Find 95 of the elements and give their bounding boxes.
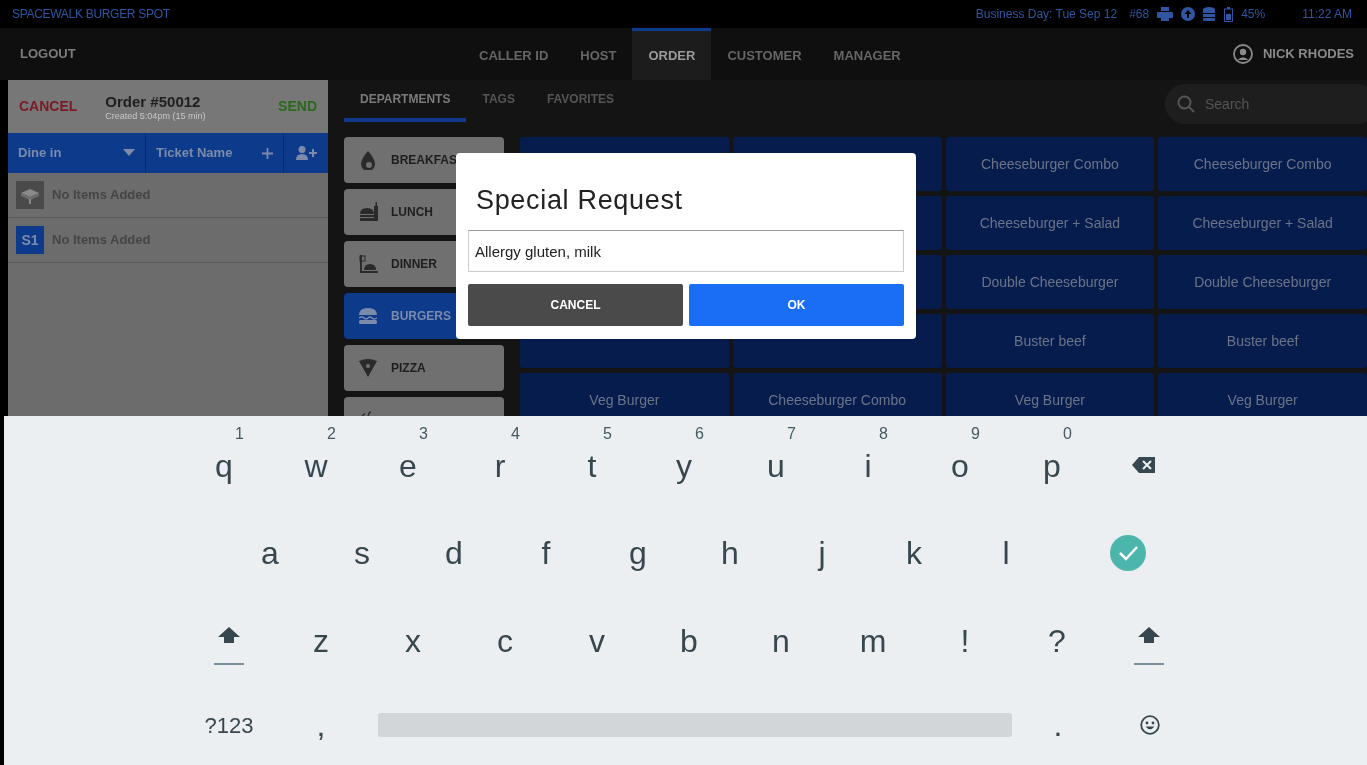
upload-icon bbox=[1181, 7, 1196, 21]
key[interactable]: n bbox=[735, 611, 827, 671]
key-hint: 0 bbox=[1062, 425, 1072, 443]
key[interactable]: c bbox=[459, 611, 551, 671]
key[interactable]: y 6 bbox=[638, 425, 730, 505]
key[interactable]: o 9 bbox=[914, 425, 1006, 505]
key[interactable]: m bbox=[827, 611, 919, 671]
key[interactable]: g bbox=[592, 523, 684, 583]
product-tile[interactable]: Veg Burger bbox=[520, 373, 729, 416]
user-icon bbox=[1233, 44, 1253, 64]
nav-tab[interactable]: CALLER ID bbox=[463, 28, 565, 80]
product-tile[interactable]: Cheeseburger Combo bbox=[1158, 137, 1367, 191]
nav-tab[interactable]: ORDER bbox=[632, 28, 712, 80]
clock: 11:22 AM bbox=[1302, 6, 1352, 23]
search-icon bbox=[1177, 95, 1195, 113]
key[interactable]: h bbox=[684, 523, 776, 583]
key-hint: 3 bbox=[418, 425, 428, 443]
key[interactable]: ? bbox=[1011, 611, 1103, 671]
key[interactable]: q 1 bbox=[178, 425, 270, 505]
cancel-button[interactable]: CANCEL bbox=[468, 284, 683, 326]
key[interactable]: p 0 bbox=[1006, 425, 1098, 505]
key-hint: 5 bbox=[602, 425, 612, 443]
product-tile[interactable]: Cheeseburger + Salad bbox=[1158, 196, 1367, 250]
service-dropdown[interactable]: Dine in bbox=[8, 133, 146, 173]
business-day: Business Day: Tue Sep 12 bbox=[975, 5, 1118, 23]
breakfast-icon bbox=[358, 150, 378, 170]
nav-tab[interactable]: HOST bbox=[564, 28, 633, 80]
caret-icon bbox=[123, 149, 135, 157]
key[interactable]: z bbox=[275, 611, 367, 671]
key-hint: 9 bbox=[970, 425, 980, 443]
product-tile[interactable]: Cheeseburger + Salad bbox=[945, 196, 1155, 250]
key[interactable]: w 2 bbox=[270, 425, 362, 505]
shift-icon bbox=[214, 627, 244, 665]
key-hint: 4 bbox=[510, 425, 520, 443]
seat-badge: S1 bbox=[16, 226, 44, 254]
table-icon bbox=[16, 181, 44, 209]
product-tile[interactable]: Double Cheeseburger bbox=[945, 255, 1155, 309]
key[interactable]: s bbox=[316, 523, 408, 583]
product-tile[interactable]: Cheeseburger Combo bbox=[732, 373, 942, 416]
battery-level: 45% bbox=[1241, 6, 1266, 23]
product-tile[interactable]: Double Cheeseburger bbox=[1158, 255, 1367, 309]
key[interactable]: r 4 bbox=[454, 425, 546, 505]
key[interactable]: x bbox=[367, 611, 459, 671]
product-tile[interactable]: Veg Burger bbox=[1158, 373, 1367, 416]
catalog-tab[interactable]: DEPARTMENTS bbox=[344, 80, 467, 122]
plus-icon bbox=[262, 147, 273, 159]
lunch-icon bbox=[358, 202, 378, 222]
key[interactable]: k bbox=[868, 523, 960, 583]
key-hint: 6 bbox=[694, 425, 704, 443]
key[interactable]: v bbox=[551, 611, 643, 671]
product-tile[interactable]: Buster beef bbox=[945, 314, 1155, 368]
terminal-number: #68 bbox=[1129, 6, 1150, 23]
key-hint: 7 bbox=[786, 425, 796, 443]
order-created-time: Created 5:04pm (15 min) bbox=[105, 111, 206, 122]
burger-icon bbox=[358, 306, 378, 326]
department-button[interactable]: PIZZA bbox=[344, 345, 504, 391]
user-button[interactable]: NICK RHODES bbox=[1233, 28, 1367, 80]
backspace-icon bbox=[1132, 456, 1156, 474]
key[interactable]: . bbox=[1012, 695, 1104, 755]
key[interactable]: ! bbox=[919, 611, 1011, 671]
key[interactable]: j bbox=[776, 523, 868, 583]
symbols-key[interactable]: ?123 bbox=[183, 695, 275, 755]
logout-button[interactable]: LOGOUT bbox=[4, 28, 92, 80]
key[interactable]: e 3 bbox=[362, 425, 454, 505]
dinner-icon bbox=[358, 254, 378, 274]
nav-tab[interactable]: CUSTOMER bbox=[711, 28, 818, 80]
key[interactable]: b bbox=[643, 611, 735, 671]
pizza-icon bbox=[358, 358, 378, 378]
product-tile[interactable]: Cheeseburger Combo bbox=[945, 137, 1155, 191]
database-icon bbox=[1203, 7, 1216, 21]
key[interactable]: , bbox=[275, 695, 367, 755]
key[interactable]: u 7 bbox=[730, 425, 822, 505]
key[interactable]: i 8 bbox=[822, 425, 914, 505]
store-name: SPACEWALK BURGER SPOT bbox=[12, 6, 170, 23]
smiley-icon bbox=[1140, 715, 1160, 735]
key-hint: 2 bbox=[326, 425, 336, 443]
key[interactable]: l bbox=[960, 523, 1052, 583]
key[interactable]: a bbox=[224, 523, 316, 583]
key-hint: 1 bbox=[234, 425, 244, 443]
product-tile[interactable]: Veg Burger bbox=[945, 373, 1155, 416]
product-tile[interactable]: Buster beef bbox=[1158, 314, 1367, 368]
key[interactable]: f bbox=[500, 523, 592, 583]
ok-button[interactable]: OK bbox=[689, 284, 904, 326]
checkmark-icon bbox=[1110, 535, 1146, 571]
key[interactable]: t 5 bbox=[546, 425, 638, 505]
add-person-icon bbox=[295, 146, 317, 160]
shift-icon bbox=[1134, 627, 1164, 665]
order-title: Order #50012 bbox=[105, 93, 202, 111]
ticket-name-button[interactable]: Ticket Name bbox=[146, 133, 284, 173]
request-input[interactable]: Allergy gluten, milk bbox=[468, 230, 904, 272]
key-hint: 8 bbox=[878, 425, 888, 443]
battery-icon bbox=[1224, 6, 1234, 22]
printer-icon bbox=[1157, 7, 1174, 21]
key[interactable]: d bbox=[408, 523, 500, 583]
nav-tab[interactable]: MANAGER bbox=[817, 28, 917, 80]
